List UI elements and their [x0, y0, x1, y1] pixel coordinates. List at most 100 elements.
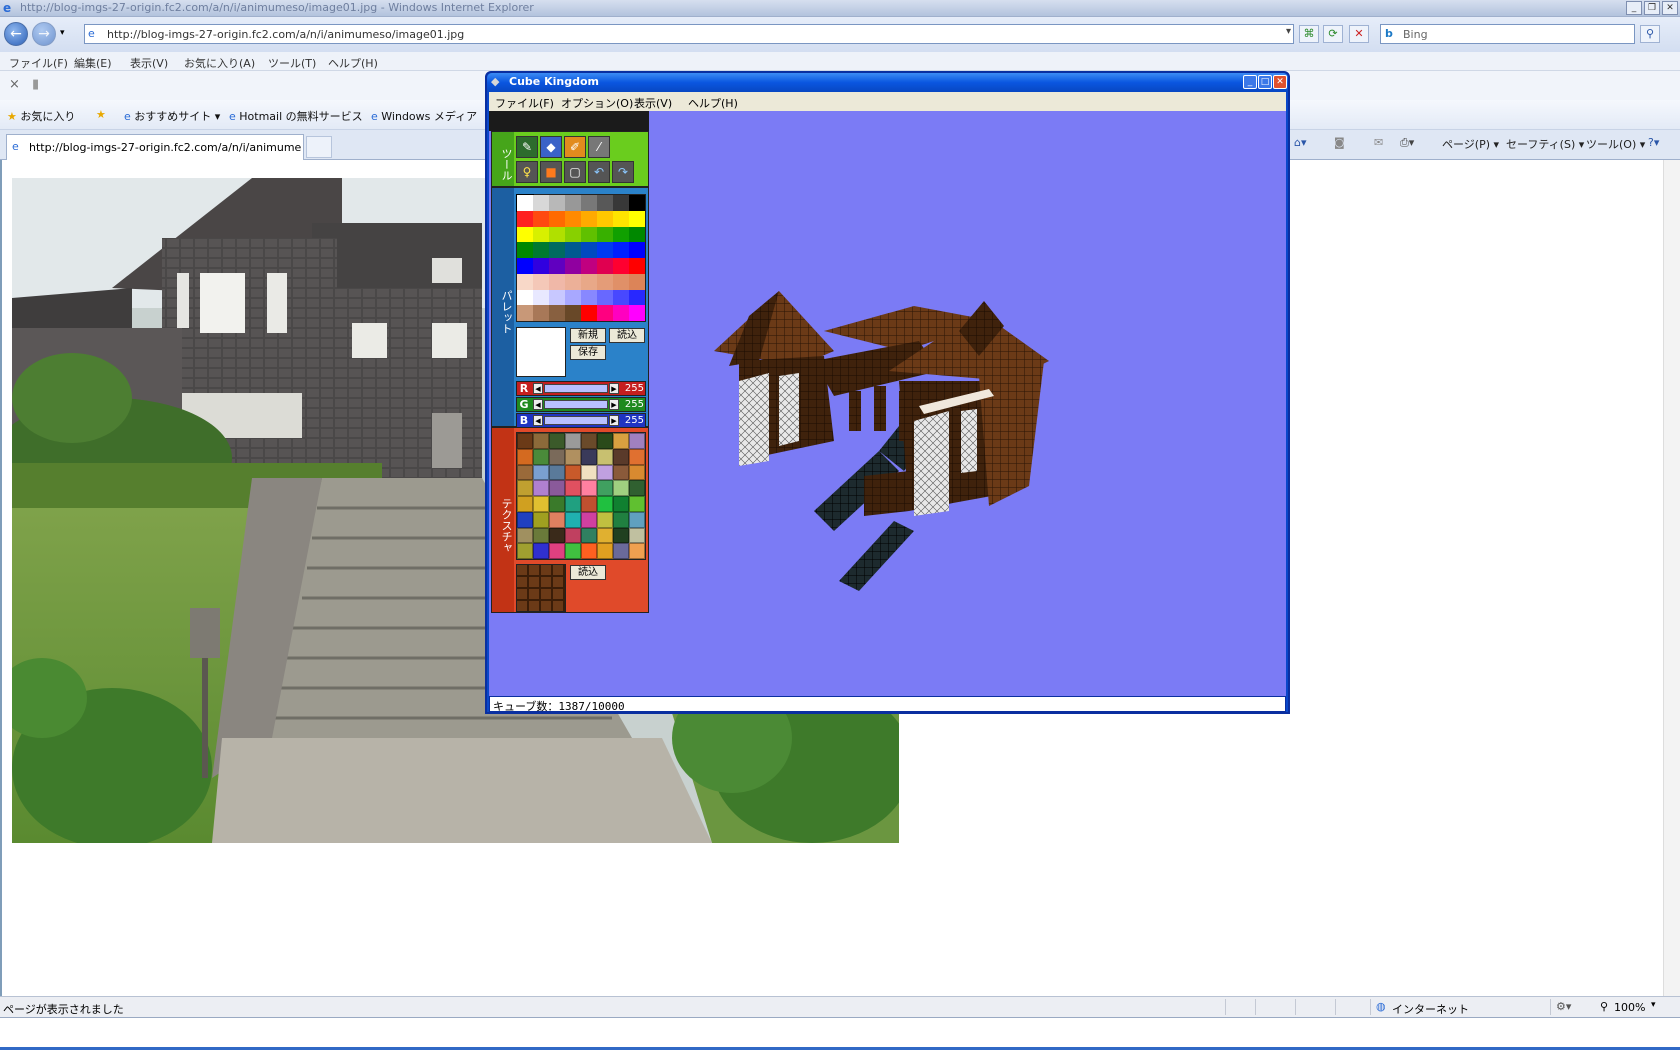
texture-swatch[interactable]	[613, 496, 629, 512]
palette-swatch[interactable]	[565, 273, 581, 290]
page-menu[interactable]: ページ(P) ▾	[1442, 136, 1499, 152]
light-tool[interactable]: ♀	[516, 161, 538, 183]
palette-swatch[interactable]	[533, 273, 549, 290]
palette-swatch[interactable]	[629, 273, 645, 290]
palette-swatch[interactable]	[581, 273, 597, 290]
texture-swatch[interactable]	[549, 496, 565, 512]
protected-mode-icon[interactable]: ⚙▾	[1556, 1000, 1571, 1013]
palette-save-button[interactable]: 保存	[570, 345, 606, 360]
palette-swatch[interactable]	[549, 273, 565, 290]
texture-swatch[interactable]	[581, 480, 597, 496]
palette-swatch[interactable]	[517, 210, 533, 227]
palette-swatch[interactable]	[613, 273, 629, 290]
palette-swatch[interactable]	[549, 195, 565, 211]
app-minimize-button[interactable]: _	[1243, 75, 1257, 89]
palette-section-tab[interactable]: パレット	[492, 188, 514, 426]
palette-swatch[interactable]	[517, 305, 533, 321]
palette-swatch[interactable]	[597, 289, 613, 306]
texture-swatch[interactable]	[549, 464, 565, 481]
favorite-link-windows-media[interactable]: e Windows メディア	[371, 108, 477, 124]
texture-swatch[interactable]	[549, 433, 565, 449]
texture-swatch[interactable]	[533, 511, 549, 528]
menu-help[interactable]: ヘルプ(H)	[328, 55, 378, 71]
texture-swatch[interactable]	[629, 464, 645, 481]
cube-tool[interactable]: ■	[540, 161, 562, 183]
vertical-scrollbar[interactable]	[1663, 160, 1680, 996]
texture-swatch[interactable]	[597, 480, 613, 496]
red-decrease[interactable]: ◀	[533, 383, 543, 394]
texture-swatch[interactable]	[581, 433, 597, 449]
green-track[interactable]	[544, 400, 608, 409]
texture-swatch[interactable]	[613, 448, 629, 465]
palette-swatch[interactable]	[597, 258, 613, 274]
palette-swatch[interactable]	[581, 242, 597, 258]
palette-swatch[interactable]	[517, 226, 533, 243]
palette-swatch[interactable]	[629, 210, 645, 227]
texture-swatch[interactable]	[517, 480, 533, 496]
menu-file[interactable]: ファイル(F)	[9, 55, 68, 71]
texture-swatch[interactable]	[533, 464, 549, 481]
app-menu-help[interactable]: ヘルプ(H)	[688, 95, 738, 111]
3d-viewport[interactable]	[649, 111, 1286, 696]
palette-swatch[interactable]	[533, 258, 549, 274]
texture-swatch[interactable]	[597, 433, 613, 449]
palette-swatch[interactable]	[629, 289, 645, 306]
palette-swatch[interactable]	[565, 195, 581, 211]
texture-swatch[interactable]	[565, 511, 581, 528]
palette-swatch[interactable]	[613, 195, 629, 211]
menu-edit[interactable]: 編集(E)	[74, 55, 112, 71]
texture-swatch[interactable]	[549, 480, 565, 496]
texture-swatch[interactable]	[565, 480, 581, 496]
new-tab-button[interactable]	[306, 136, 332, 158]
texture-load-button[interactable]: 読込	[570, 565, 606, 580]
texture-swatch[interactable]	[549, 448, 565, 465]
mail-icon[interactable]: ✉	[1374, 136, 1383, 149]
texture-swatch[interactable]	[613, 543, 629, 559]
palette-swatch[interactable]	[565, 258, 581, 274]
palette-swatch[interactable]	[549, 242, 565, 258]
palette-swatch[interactable]	[613, 242, 629, 258]
texture-swatch[interactable]	[565, 433, 581, 449]
undo-button[interactable]: ↶	[588, 161, 610, 183]
texture-swatch[interactable]	[613, 527, 629, 544]
palette-swatch[interactable]	[629, 258, 645, 274]
palette-swatch[interactable]	[517, 258, 533, 274]
palette-swatch[interactable]	[597, 305, 613, 321]
palette-swatch[interactable]	[533, 242, 549, 258]
palette-swatch[interactable]	[533, 210, 549, 227]
palette-grid[interactable]	[516, 194, 646, 322]
pencil-tool[interactable]: ✎	[516, 136, 538, 158]
texture-swatch[interactable]	[581, 527, 597, 544]
zoom-level[interactable]: 100%	[1614, 1001, 1645, 1014]
app-title-bar[interactable]: ◆ Cube Kingdom _ □ ✕	[487, 73, 1288, 92]
minimize-button[interactable]: _	[1626, 1, 1642, 15]
palette-swatch[interactable]	[565, 226, 581, 243]
address-url[interactable]: http://blog-imgs-27-origin.fc2.com/a/n/i…	[107, 28, 464, 41]
palette-swatch[interactable]	[581, 195, 597, 211]
palette-swatch[interactable]	[629, 242, 645, 258]
palette-swatch[interactable]	[517, 242, 533, 258]
palette-swatch[interactable]	[613, 258, 629, 274]
palette-swatch[interactable]	[516, 194, 534, 212]
texture-swatch[interactable]	[629, 433, 645, 449]
address-bar[interactable]: e http://blog-imgs-27-origin.fc2.com/a/n…	[84, 24, 1294, 44]
palette-swatch[interactable]	[613, 289, 629, 306]
palette-swatch[interactable]	[597, 226, 613, 243]
eyedropper-tool[interactable]: ⁄	[588, 136, 610, 158]
texture-grid[interactable]	[516, 432, 646, 560]
favorite-link-hotmail[interactable]: e Hotmail の無料サービス	[229, 108, 363, 124]
texture-swatch[interactable]	[549, 527, 565, 544]
texture-swatch[interactable]	[597, 464, 613, 481]
red-track[interactable]	[544, 384, 608, 393]
palette-load-button[interactable]: 読込	[609, 328, 645, 343]
texture-swatch[interactable]	[549, 511, 565, 528]
texture-section-tab[interactable]: テクスチャ	[492, 428, 514, 612]
texture-swatch[interactable]	[533, 480, 549, 496]
safety-menu[interactable]: セーフティ(S) ▾	[1506, 136, 1584, 152]
texture-swatch[interactable]	[613, 511, 629, 528]
texture-swatch[interactable]	[517, 433, 533, 449]
maximize-button[interactable]: ❐	[1644, 1, 1660, 15]
blue-decrease[interactable]: ◀	[533, 415, 543, 426]
palette-swatch[interactable]	[549, 258, 565, 274]
search-input[interactable]: b Bing	[1380, 24, 1635, 44]
